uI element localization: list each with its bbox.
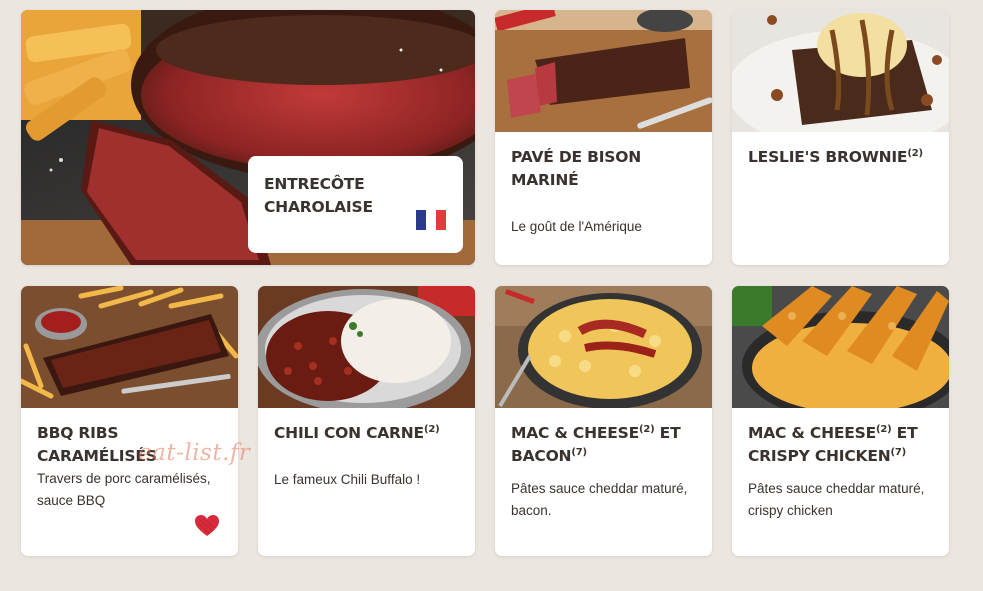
ribs-photo — [21, 286, 238, 408]
card-description: Le goût de l'Amérique — [511, 219, 642, 234]
menu-card-mac-chicken[interactable]: MAC & CHEESE(2) ET CRISPY CHICKEN(7) Pât… — [732, 286, 949, 556]
menu-card-entrecote[interactable]: ENTRECÔTE CHAROLAISE — [21, 10, 475, 265]
card-title: PAVÉ DE BISON MARINÉ — [511, 148, 642, 189]
card-title: MAC & CHEESE(2) ET BACON(7) — [511, 423, 681, 465]
card-description: Pâtes sauce cheddar maturé, bacon. — [511, 481, 688, 518]
card-title: CHILI CON CARNE(2) — [274, 423, 440, 442]
watermark-text: eat-list.fr — [138, 440, 251, 466]
card-description: Pâtes sauce cheddar maturé, crispy chick… — [748, 481, 925, 518]
menu-card-ribs[interactable]: BBQ RIBS CARAMÉLISÉS Travers de porc car… — [21, 286, 238, 556]
brownie-photo — [732, 10, 949, 132]
card-description: Le fameux Chili Buffalo ! — [274, 472, 421, 487]
hero-title-box: ENTRECÔTE CHAROLAISE — [248, 156, 463, 253]
mac-chicken-photo — [732, 286, 949, 408]
card-title: LESLIE'S BROWNIE(2) — [748, 147, 923, 166]
menu-card-chili[interactable]: CHILI CON CARNE(2) Le fameux Chili Buffa… — [258, 286, 475, 556]
card-title: MAC & CHEESE(2) ET CRISPY CHICKEN(7) — [748, 423, 918, 465]
menu-card-bison[interactable]: PAVÉ DE BISON MARINÉ Le goût de l'Amériq… — [495, 10, 712, 265]
france-flag-icon — [416, 210, 446, 230]
card-description: Travers de porc caramélisés, sauce BBQ — [37, 471, 211, 508]
bison-photo — [495, 10, 712, 132]
menu-card-brownie[interactable]: LESLIE'S BROWNIE(2) — [732, 10, 949, 265]
heart-icon[interactable] — [194, 514, 220, 538]
chili-photo — [258, 286, 475, 408]
menu-card-mac-bacon[interactable]: MAC & CHEESE(2) ET BACON(7) Pâtes sauce … — [495, 286, 712, 556]
mac-bacon-photo — [495, 286, 712, 408]
